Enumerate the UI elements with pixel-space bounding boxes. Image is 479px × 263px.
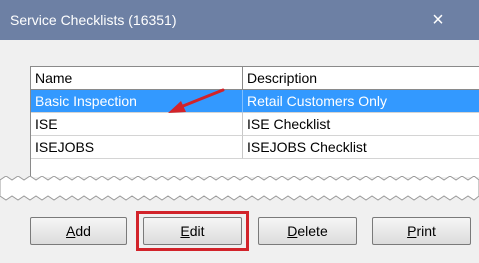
delete-button-label: elete bbox=[297, 223, 328, 239]
cell-description[interactable]: Retail Customers Only bbox=[243, 90, 479, 113]
add-button[interactable]: Add bbox=[30, 217, 127, 245]
window-title: Service Checklists (16351) bbox=[10, 12, 177, 28]
cell-description[interactable]: ISEJOBS Checklist bbox=[243, 136, 479, 159]
print-button[interactable]: Print bbox=[372, 217, 471, 245]
cell-name[interactable]: Basic Inspection bbox=[31, 90, 243, 113]
column-header-description[interactable]: Description bbox=[243, 67, 479, 90]
grid-header-row: Name Description bbox=[31, 67, 479, 90]
cell-name[interactable]: ISE bbox=[31, 113, 243, 136]
table-row[interactable]: ISEJOBS ISEJOBS Checklist bbox=[31, 136, 479, 159]
add-button-mnemonic: A bbox=[66, 223, 76, 239]
cell-description[interactable]: ISE Checklist bbox=[243, 113, 479, 136]
edit-button-callout bbox=[136, 211, 249, 251]
service-checklists-window: Service Checklists (16351) × Name Descri… bbox=[0, 0, 479, 263]
torn-edge-divider bbox=[0, 176, 479, 201]
close-icon[interactable]: × bbox=[428, 10, 448, 30]
table-row[interactable]: ISE ISE Checklist bbox=[31, 113, 479, 136]
delete-button-mnemonic: D bbox=[287, 223, 298, 239]
title-bar[interactable]: Service Checklists (16351) × bbox=[0, 0, 479, 40]
column-header-name[interactable]: Name bbox=[31, 67, 243, 90]
cell-name[interactable]: ISEJOBS bbox=[31, 136, 243, 159]
delete-button[interactable]: Delete bbox=[258, 217, 357, 245]
print-button-label: rint bbox=[416, 223, 436, 239]
checklists-grid[interactable]: Name Description Basic Inspection Retail… bbox=[30, 66, 479, 177]
add-button-label: dd bbox=[75, 223, 91, 239]
table-row[interactable]: Basic Inspection Retail Customers Only bbox=[31, 90, 479, 113]
